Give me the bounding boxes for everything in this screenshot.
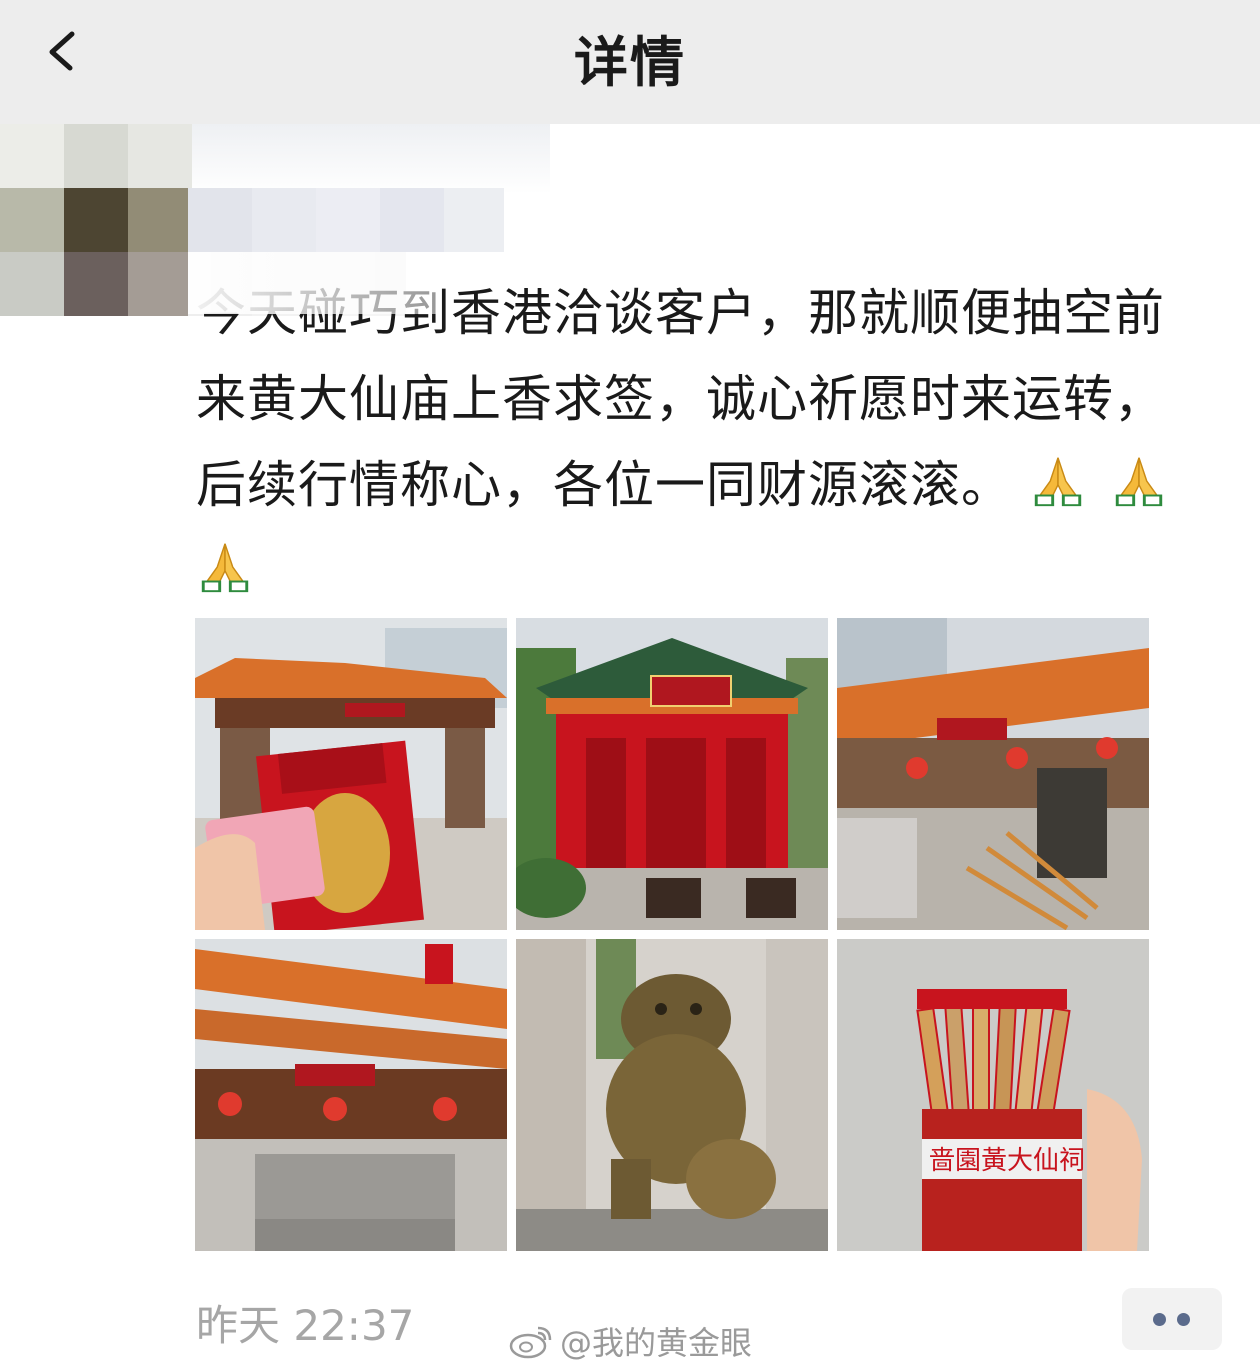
photo-grid: 啬園黃大仙祠: [195, 618, 1149, 1251]
weibo-icon: [509, 1326, 552, 1359]
more-button[interactable]: [1122, 1288, 1222, 1350]
post-text-line-content: 后续行情称心，各位一同财源滚滚。: [196, 456, 1012, 514]
more-dots-icon: [1177, 1313, 1190, 1326]
post-timestamp: 昨天 22:37: [196, 1301, 415, 1350]
page-title: 详情: [574, 31, 686, 94]
folded-hands-emoji: [1034, 457, 1082, 507]
more-dots-icon: [1153, 1313, 1166, 1326]
folded-hands-emoji: [201, 543, 249, 593]
post-emoji-line: [196, 528, 1226, 614]
photo-fortune-envelope[interactable]: [195, 618, 507, 930]
photo-fortune-sticks[interactable]: 啬園黃大仙祠: [837, 939, 1149, 1251]
stick-container-label: 啬園黃大仙祠: [929, 1146, 1085, 1176]
post-text-line: 来黄大仙庙上香求签，诚心祈愿时来运转，: [196, 370, 1165, 428]
photo-temple-courtyard[interactable]: [837, 618, 1149, 930]
blurred-text-overlay: [188, 252, 438, 314]
blurred-header-shadow: [170, 124, 550, 194]
photo-main-hall[interactable]: [195, 939, 507, 1251]
post-text-line: 后续行情称心，各位一同财源滚滚。: [196, 442, 1226, 528]
post-text: 今天碰巧到香港洽谈客户，那就顺便抽空前 来黄大仙庙上香求签，诚心祈愿时来运转， …: [196, 270, 1226, 614]
photo-bronze-lion[interactable]: [516, 939, 828, 1251]
folded-hands-emoji: [1115, 457, 1163, 507]
photo-pavilion[interactable]: [516, 618, 828, 930]
watermark-text: @我的黄金眼: [560, 1324, 753, 1362]
watermark: @我的黄金眼: [508, 1318, 752, 1364]
top-nav-bar: 详情: [0, 0, 1260, 124]
